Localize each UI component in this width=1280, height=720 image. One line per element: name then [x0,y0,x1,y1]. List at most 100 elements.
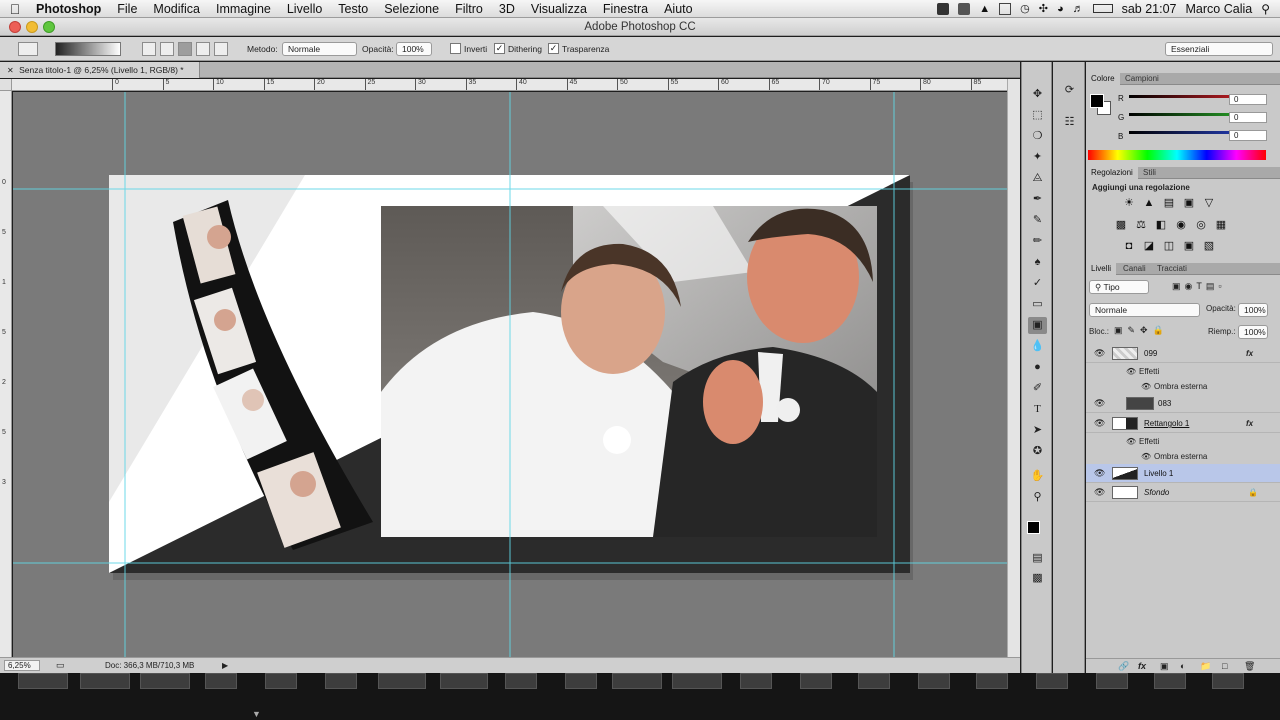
levels-icon[interactable]: ▲ [1143,197,1155,209]
visibility-eye-icon[interactable]: 👁 [1094,464,1105,483]
gradient-tool-icon[interactable]: ▣ [1028,317,1047,334]
dock-thumb[interactable] [565,673,597,689]
curves-icon[interactable]: ▤ [1163,197,1175,209]
dock-thumb[interactable] [325,673,357,689]
tab-tracciati[interactable]: Tracciati [1152,263,1192,275]
history-brush-tool-icon[interactable]: ✓ [1028,275,1047,292]
invert-icon[interactable]: ◘ [1123,240,1135,252]
layer-fx-icon[interactable]: fx [1246,344,1253,363]
dock-thumb[interactable] [505,673,537,689]
crop-tool-icon[interactable]: ⨺ [1028,170,1047,187]
vibrance-icon[interactable]: ▽ [1203,197,1215,209]
trasparenza-checkbox[interactable]: ✓ [548,43,559,54]
new-group-icon[interactable]: 📁 [1200,659,1211,674]
dock-thumb[interactable] [205,673,237,689]
dock-thumb[interactable] [18,673,68,689]
new-adjustment-icon[interactable]: ◐ [1180,659,1185,674]
exposure-icon[interactable]: ▣ [1183,197,1195,209]
layer-filter-icons[interactable]: ▣◉T▤▫ [1172,281,1226,292]
properties-panel-icon[interactable]: ☷ [1060,114,1079,131]
new-layer-icon[interactable]: □ [1222,659,1227,674]
dock-thumb[interactable] [672,673,722,689]
blur-tool-icon[interactable]: 💧 [1028,338,1047,355]
zoom-window-button[interactable] [43,21,55,33]
opacita-input[interactable]: 100% [396,42,432,56]
channel-mixer-icon[interactable]: ◎ [1195,219,1207,231]
layer-row-selected[interactable]: 👁 Livello 1 [1086,464,1280,483]
radial-gradient-button[interactable] [160,42,174,56]
horizontal-ruler[interactable]: 051015202530354045505560657075808590 [12,79,1007,91]
close-window-button[interactable] [9,21,21,33]
menu-visualizza[interactable]: Visualizza [523,2,595,16]
layer-opacity-input[interactable]: 100% [1238,303,1268,317]
tool-preset-picker[interactable] [18,42,38,56]
visibility-eye-icon[interactable]: 👁 [1126,434,1136,449]
dock-thumb[interactable] [1212,673,1244,689]
battery-icon[interactable] [1092,4,1113,13]
drive-icon[interactable]: ▲ [979,3,990,15]
quick-mask-icon[interactable]: ▤ [1028,550,1047,567]
black-white-icon[interactable]: ◧ [1155,219,1167,231]
layer-row[interactable]: 👁 Rettangolo 1 fx [1086,414,1280,433]
eyedropper-tool-icon[interactable]: ✒ [1028,191,1047,208]
pen-tool-icon[interactable]: ✐ [1028,380,1047,397]
visibility-eye-icon[interactable]: 👁 [1141,379,1151,394]
dock-thumb[interactable] [1154,673,1186,689]
menu-aiuto[interactable]: Aiuto [656,2,701,16]
dock-thumb[interactable] [1036,673,1068,689]
menu-user[interactable]: Marco Calia [1186,2,1253,16]
threshold-icon[interactable]: ◫ [1163,240,1175,252]
layer-effect-row[interactable]: 👁 Ombra esterna [1086,379,1280,394]
diamond-gradient-button[interactable] [214,42,228,56]
dock-thumb[interactable] [858,673,890,689]
menu-clock[interactable]: sab 21:07 [1122,2,1177,16]
linear-gradient-button[interactable] [142,42,156,56]
dock-thumb[interactable] [378,673,426,689]
visibility-eye-icon[interactable]: 👁 [1094,414,1105,433]
gradient-map-icon[interactable]: ▧ [1203,240,1215,252]
delete-layer-icon[interactable]: 🗑 [1244,659,1255,674]
tab-livelli[interactable]: Livelli [1086,263,1117,275]
layer-filter-select[interactable]: ⚲ Tipo [1089,280,1149,294]
custom-shape-tool-icon[interactable]: ✪ [1028,443,1047,460]
menu-modifica[interactable]: Modifica [145,2,208,16]
path-selection-tool-icon[interactable]: ➤ [1028,422,1047,439]
vertical-scrollbar[interactable] [1007,79,1020,657]
dock-thumb[interactable] [140,673,190,689]
lasso-tool-icon[interactable]: ❍ [1028,128,1047,145]
inverti-checkbox[interactable] [450,43,461,54]
apple-menu-icon[interactable]:  [0,1,30,17]
brightness-icon[interactable]: ☀ [1123,197,1135,209]
color-balance-icon[interactable]: ⚖ [1135,219,1147,231]
volume-icon[interactable]: ♬ [1073,3,1084,15]
layer-effects-row[interactable]: 👁 Effetti [1086,364,1280,379]
dock-thumb[interactable] [80,673,130,689]
screen-mode-icon[interactable]: ▩ [1028,570,1047,587]
workspace-select[interactable]: Essenziali [1165,42,1273,56]
zoom-tool-icon[interactable]: ⚲ [1028,489,1047,506]
blue-channel-value[interactable]: 0 [1229,130,1267,141]
menu-selezione[interactable]: Selezione [376,2,447,16]
menu-filtro[interactable]: Filtro [447,2,491,16]
dock-thumb[interactable] [800,673,832,689]
doc-info[interactable]: Doc: 366,3 MB/710,3 MB [105,658,194,673]
link-layers-icon[interactable]: 🔗 [1118,659,1129,674]
visibility-eye-icon[interactable]: 👁 [1126,364,1136,379]
zoom-field[interactable]: 6,25% [4,660,40,671]
layer-fx-icon[interactable]: fx [1246,414,1253,433]
time-machine-icon[interactable]: ◷ [1020,2,1030,15]
add-style-icon[interactable]: fx [1138,659,1146,674]
photo-filter-icon[interactable]: ◉ [1175,219,1187,231]
wifi-icon[interactable]: ◕ [1057,3,1064,15]
lock-icons[interactable]: ▣✎✥🔒 [1114,325,1169,336]
dock-thumb[interactable] [1096,673,1128,689]
menu-file[interactable]: File [109,2,145,16]
tab-colore[interactable]: Colore [1086,73,1120,85]
quick-selection-tool-icon[interactable]: ✦ [1028,149,1047,166]
dock-thumb[interactable] [612,673,662,689]
layer-row[interactable]: 👁 083 [1086,394,1280,413]
hand-tool-icon[interactable]: ✋ [1028,468,1047,485]
fill-input[interactable]: 100% [1238,325,1268,339]
add-mask-icon[interactable]: ▣ [1160,659,1169,674]
gradient-picker[interactable] [55,42,121,56]
